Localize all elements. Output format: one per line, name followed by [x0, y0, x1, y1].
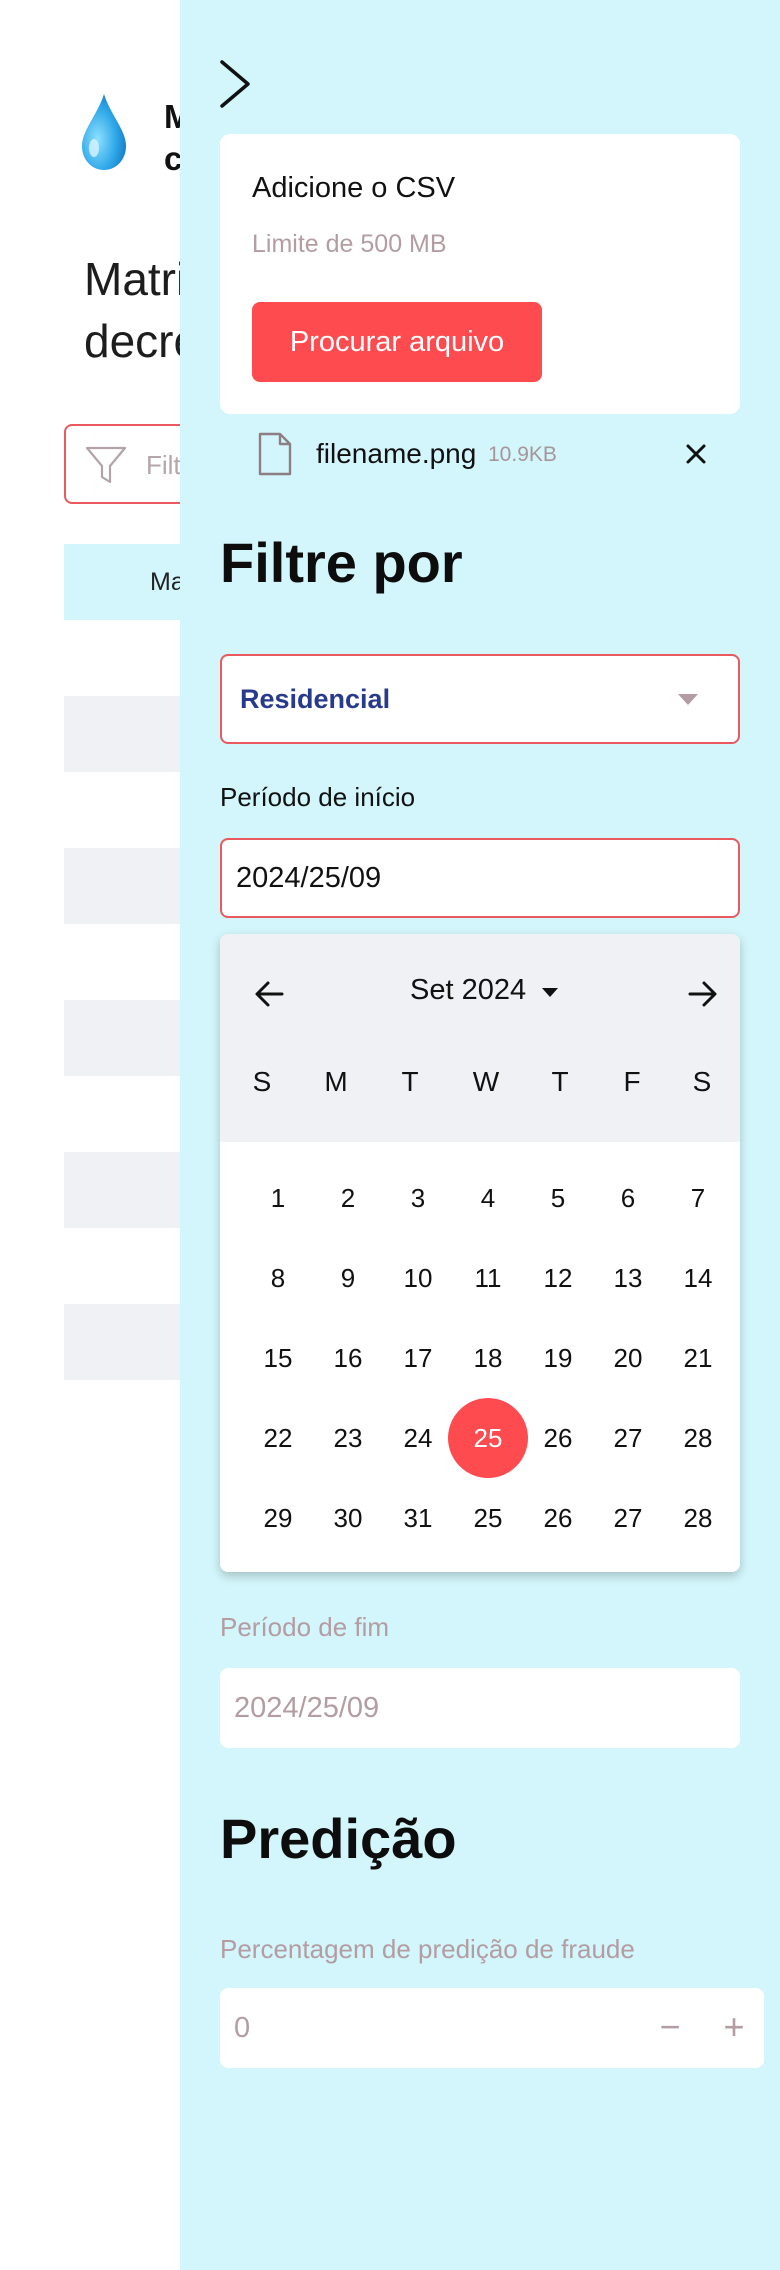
calendar-day[interactable]: 13	[588, 1238, 668, 1318]
calendar-day[interactable]: 1	[238, 1158, 318, 1238]
start-period-input[interactable]: 2024/25/09	[220, 838, 740, 918]
calendar-day[interactable]: 26	[518, 1398, 598, 1478]
calendar-day[interactable]: 10	[378, 1238, 458, 1318]
weekday-label: M	[324, 1066, 348, 1097]
calendar-day[interactable]: 24	[378, 1398, 458, 1478]
prediction-heading: Predição	[220, 1807, 457, 1870]
calendar-day[interactable]: 26	[518, 1478, 598, 1558]
calendar-day[interactable]: 28	[658, 1398, 738, 1478]
calendar-header: Set 2024 S M T W T F S	[220, 934, 740, 1142]
calendar-day[interactable]: 8	[238, 1238, 318, 1318]
calendar-day[interactable]: 25	[448, 1478, 528, 1558]
calendar-day[interactable]: 30	[308, 1478, 388, 1558]
calendar-day[interactable]: 20	[588, 1318, 668, 1398]
end-period-input[interactable]: 2024/25/09	[220, 1668, 740, 1748]
increment-button[interactable]: +	[710, 2004, 758, 2052]
type-select-value: Residencial	[240, 684, 391, 714]
calendar-day[interactable]: 4	[448, 1158, 528, 1238]
arrow-right-icon[interactable]	[682, 976, 722, 1012]
end-period-label: Período de fim	[220, 1612, 390, 1642]
weekday-label: W	[472, 1066, 500, 1097]
arrow-left-icon[interactable]	[250, 976, 290, 1012]
filter-placeholder: Filt	[146, 450, 181, 480]
upload-card: Adicione o CSV Limite de 500 MB Procurar…	[220, 134, 740, 414]
close-icon[interactable]	[680, 438, 712, 470]
calendar-day[interactable]: 22	[238, 1398, 318, 1478]
browse-file-button[interactable]: Procurar arquivo	[252, 302, 542, 382]
calendar-day[interactable]: 27	[588, 1398, 668, 1478]
calendar-day[interactable]: 11	[448, 1238, 528, 1318]
filter-heading: Filtre por	[220, 531, 463, 594]
chevron-right-icon[interactable]	[216, 56, 256, 112]
fraud-percent-label: Percentagem de predição de fraude	[220, 1934, 635, 1964]
weekday-label: T	[551, 1066, 569, 1097]
filter-icon	[85, 446, 127, 484]
start-period-label: Período de início	[220, 782, 416, 812]
calendar-day[interactable]: 27	[588, 1478, 668, 1558]
file-icon	[258, 432, 292, 476]
upload-limit: Limite de 500 MB	[252, 230, 447, 258]
date-picker: Set 2024 SMTWTFS 1 2 3 4 5 6 7 8 9 10 11 12 13 14 15 16…	[220, 934, 740, 1572]
filter-drawer: Adicione o CSV Limite de 500 MB Procurar…	[180, 0, 780, 2270]
calendar-day[interactable]: 6	[588, 1158, 668, 1238]
uploaded-file-row: filename.png 10.9KB	[220, 426, 740, 482]
fraud-percent-value: 0	[234, 2012, 251, 2044]
fraud-percent-stepper[interactable]: 0 − +	[220, 1988, 764, 2068]
file-name: filename.png	[316, 438, 477, 469]
calendar-day[interactable]: 19	[518, 1318, 598, 1398]
calendar-month-label[interactable]: Set 2024	[410, 974, 526, 1007]
calendar-day[interactable]: 3	[378, 1158, 458, 1238]
file-size: 10.9KB	[488, 443, 557, 466]
water-drop-icon	[82, 94, 126, 170]
calendar-day[interactable]: 2	[308, 1158, 388, 1238]
upload-title: Adicione o CSV	[252, 172, 456, 204]
calendar-day[interactable]: 15	[238, 1318, 318, 1398]
weekday-label: F	[623, 1066, 641, 1097]
calendar-day[interactable]: 14	[658, 1238, 738, 1318]
calendar-day[interactable]: 5	[518, 1158, 598, 1238]
calendar-day[interactable]: 16	[308, 1318, 388, 1398]
calendar-day[interactable]: 9	[308, 1238, 388, 1318]
type-select[interactable]: Residencial	[220, 654, 740, 744]
calendar-day-selected[interactable]: 25	[448, 1398, 528, 1478]
calendar-day[interactable]: 7	[658, 1158, 738, 1238]
decrement-button[interactable]: −	[646, 2004, 694, 2052]
caret-down-icon[interactable]	[542, 988, 558, 997]
calendar-day[interactable]: 29	[238, 1478, 318, 1558]
weekday-label: S	[692, 1066, 712, 1097]
calendar-day[interactable]: 17	[378, 1318, 458, 1398]
weekday-label: S	[252, 1066, 272, 1097]
calendar-day[interactable]: 31	[378, 1478, 458, 1558]
calendar-day[interactable]: 28	[658, 1478, 738, 1558]
chevron-down-icon	[678, 694, 698, 705]
weekday-label: T	[401, 1066, 419, 1097]
calendar-day[interactable]: 23	[308, 1398, 388, 1478]
calendar-day[interactable]: 12	[518, 1238, 598, 1318]
calendar-day[interactable]: 18	[448, 1318, 528, 1398]
calendar-day[interactable]: 21	[658, 1318, 738, 1398]
